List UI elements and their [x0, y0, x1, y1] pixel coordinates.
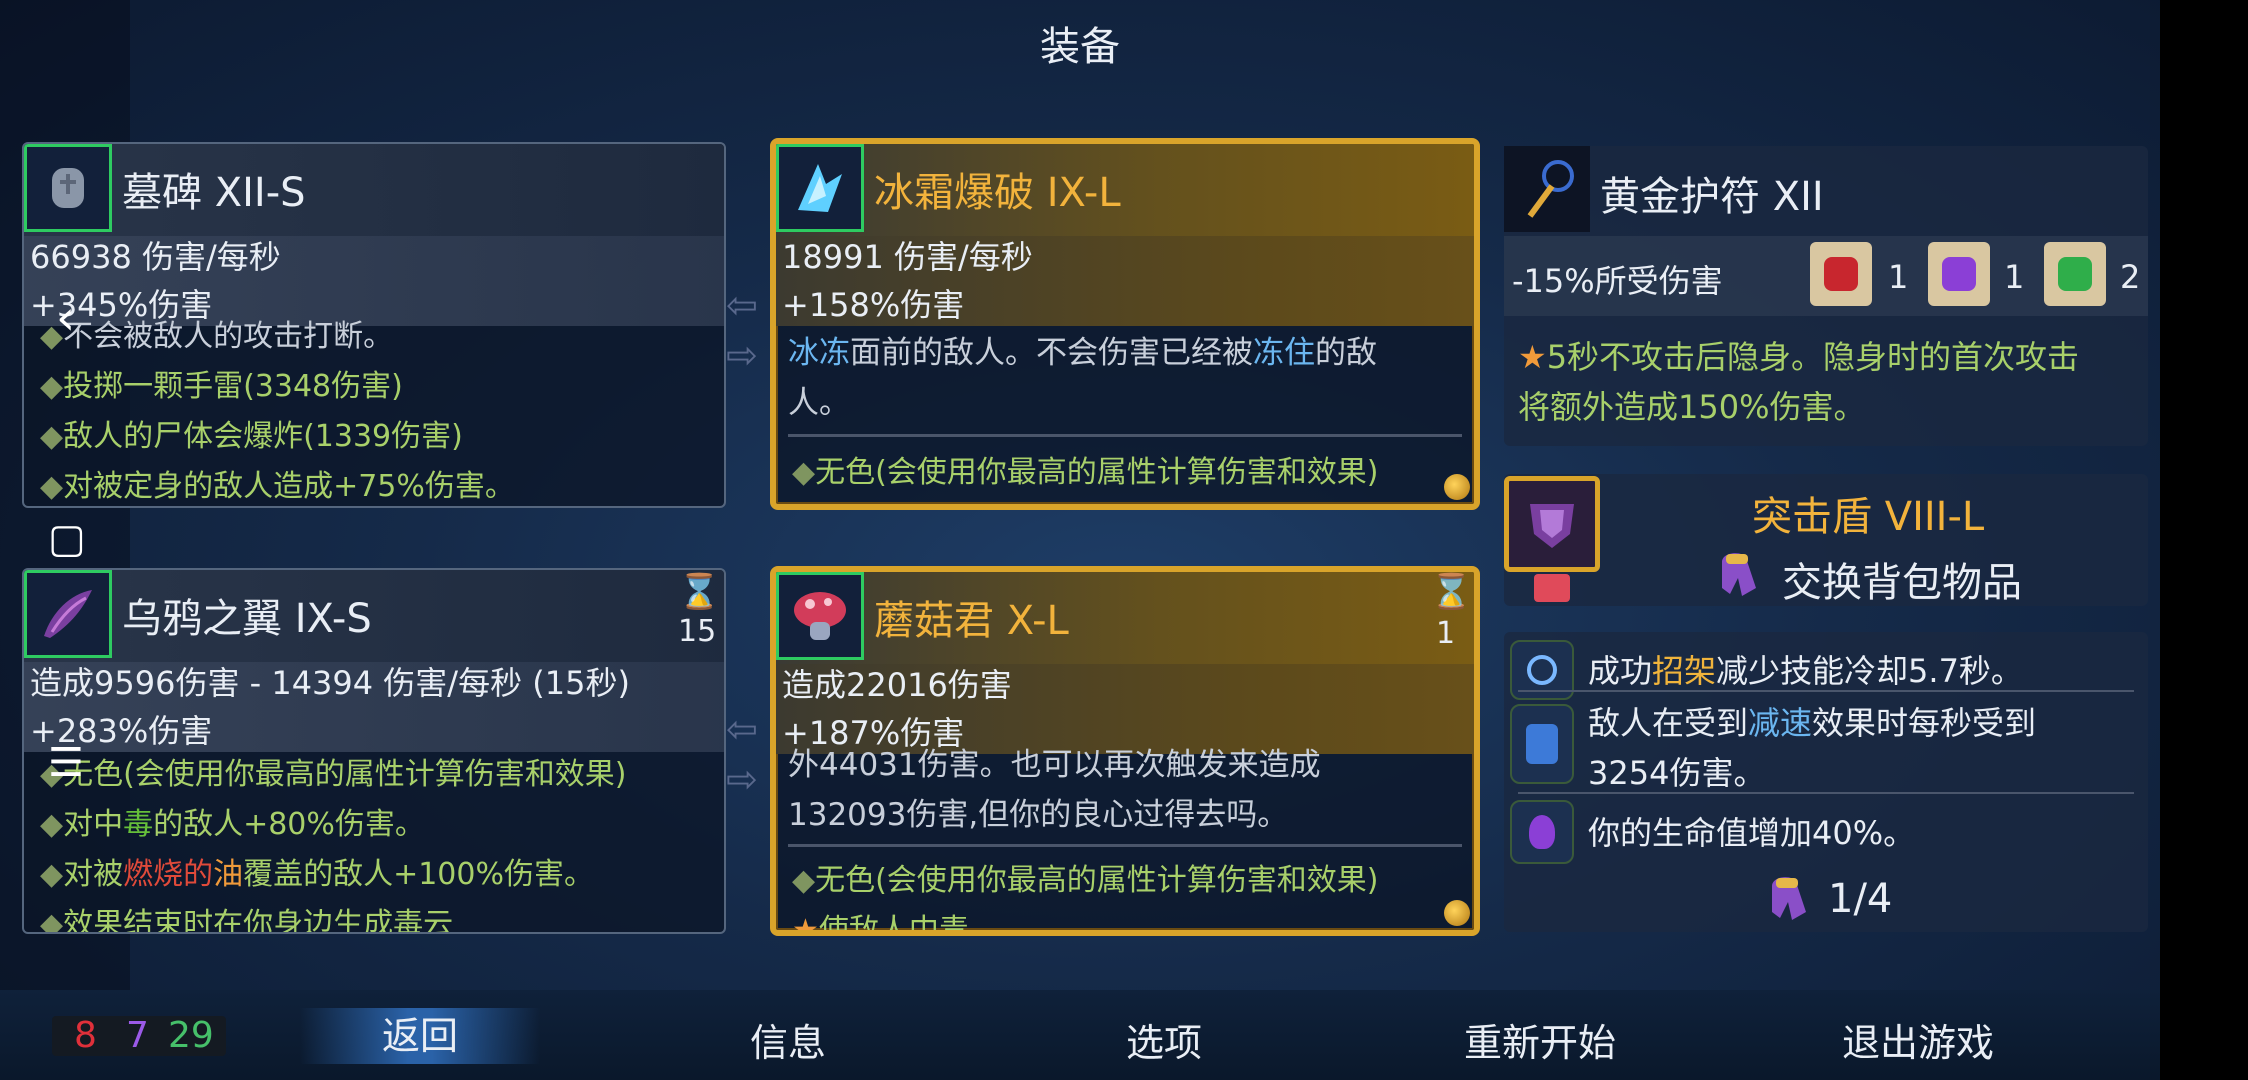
- legendary-corner-gem: [1444, 474, 1470, 500]
- mutation-line: 成功招架减少技能冷却5.7秒。: [1588, 652, 2023, 690]
- backpack-icon: [1716, 548, 1762, 598]
- weapon-desc-line: ◆对中毒的敌人+80%伤害。: [40, 807, 425, 842]
- nav-info-button[interactable]: 信息: [678, 1012, 898, 1067]
- weapon-desc-line: ◆效果结束时在你身边生成毒云: [40, 907, 454, 934]
- weapon-desc-line: ◆对被定身的敌人造成+75%伤害。: [40, 469, 515, 504]
- weapon-name: 乌鸦之翼 IX-S: [122, 596, 372, 642]
- red-scroll-count: 8: [74, 1015, 97, 1056]
- cooldown-hourglass-icon: ⌛: [678, 572, 721, 612]
- nav-restart-button[interactable]: 重新开始: [1430, 1012, 1650, 1067]
- weapon-card-frost-blast[interactable]: 冰霜爆破 IX-L 18991 伤害/每秒 +158%伤害 冰冻面前的敌人。不会…: [770, 138, 1480, 510]
- mutations-panel: 成功招架减少技能冷却5.7秒。 敌人在受到减速效果时每秒受到 3254伤害。 你…: [1504, 632, 2148, 932]
- weapon-desc-line: 132093伤害,但你的良心过得去吗。: [788, 797, 1289, 833]
- weapon-desc-line: 人。: [788, 385, 850, 421]
- page-title: 装备: [1040, 24, 1120, 70]
- weapon-name: 墓碑 XII-S: [122, 170, 306, 216]
- divider: [788, 844, 1462, 847]
- ice-crystal-icon: [776, 144, 864, 232]
- shield-badge-icon: [1534, 574, 1570, 602]
- tactics-scroll-count: 1: [2004, 258, 2025, 296]
- crow-wings-icon: [24, 570, 112, 658]
- amulet-perk-line: ★5秒不攻击后隐身。隐身时的首次攻击: [1518, 338, 2080, 376]
- weapon-name: 蘑菇君 X-L: [874, 598, 1069, 644]
- weapon-dps: 造成22016伤害: [782, 666, 1012, 704]
- assault-shield-icon: [1504, 476, 1600, 572]
- amulet-name: 黄金护符 XII: [1600, 174, 1824, 220]
- swap-backpack-action[interactable]: 交换背包物品: [1782, 550, 2022, 608]
- weapon-dps: 造成9596伤害 - 14394 伤害/每秒 (15秒): [30, 664, 630, 702]
- weapon-name: 冰霜爆破 IX-L: [874, 170, 1121, 216]
- weapon-card-crow-wings[interactable]: 乌鸦之翼 IX-S ⌛ 15 造成9596伤害 - 14394 伤害/每秒 (1…: [22, 568, 726, 934]
- divider: [1518, 792, 2134, 794]
- purple-scroll-count: 7: [126, 1015, 149, 1056]
- golden-amulet-icon: [1504, 146, 1590, 232]
- weapon-desc-line: 外44031伤害。也可以再次触发来造成: [788, 747, 1321, 783]
- tombstone-icon: [24, 144, 112, 232]
- amulet-perk-line: 将额外造成150%伤害。: [1518, 388, 1866, 426]
- swap-arrows-icon: ⇦ ⇨: [726, 283, 758, 377]
- nav-back-button[interactable]: 返回: [300, 1008, 540, 1064]
- weapon-desc-line: ★使敌人中毒: [792, 913, 969, 936]
- weapon-dps: 66938 伤害/每秒: [30, 238, 281, 276]
- right-letterbox: [2160, 0, 2248, 1080]
- weapon-desc-line: 冰冻面前的敌人。不会伤害已经被冻住的敌: [788, 335, 1377, 371]
- weapon-desc-line: ◆不会被敌人的攻击打断。: [40, 319, 394, 354]
- divider: [1518, 690, 2134, 692]
- mutation-line: 敌人在受到减速效果时每秒受到: [1588, 704, 2037, 742]
- shield-panel[interactable]: 突击盾 VIII-L 交换背包物品: [1504, 474, 2148, 606]
- system-home-icon[interactable]: ▢: [48, 516, 86, 562]
- divider: [788, 434, 1462, 437]
- system-menu-icon[interactable]: ☰: [48, 740, 84, 786]
- mutation-line: 你的生命值增加40%。: [1588, 814, 1916, 852]
- amulet-panel[interactable]: 黄金护符 XII -15%所受伤害 1 1 2 ★5秒不攻击后隐身。隐身时的首次…: [1504, 146, 2148, 446]
- cooldown-seconds: 15: [678, 614, 717, 649]
- weapon-card-tombstone[interactable]: 墓碑 XII-S 66938 伤害/每秒 +345%伤害 ◆不会被敌人的攻击打断…: [22, 142, 726, 508]
- weapon-affix-line: ◆无色(会使用你最高的属性计算伤害和效果): [40, 757, 627, 792]
- cooldown-hourglass-icon: ⌛: [1430, 572, 1473, 612]
- backpack-icon: [1766, 872, 1812, 922]
- weapon-desc-line: ◆对被燃烧的油覆盖的敌人+100%伤害。: [40, 857, 594, 892]
- weapon-card-mushroom[interactable]: 蘑菇君 X-L ⌛ 1 造成22016伤害 +187%伤害 外44031伤害。也…: [770, 566, 1480, 936]
- brutality-scroll-count: 1: [1888, 258, 1909, 296]
- vitality-mutation-icon: [1510, 800, 1574, 864]
- weapon-damage: +158%伤害: [782, 286, 965, 324]
- mushroom-icon: [776, 572, 864, 660]
- backpack-count: 1/4: [1828, 876, 1893, 922]
- green-scroll-count: 29: [168, 1015, 214, 1056]
- weapon-dps: 18991 伤害/每秒: [782, 238, 1033, 276]
- shield-name: 突击盾 VIII-L: [1752, 494, 1985, 540]
- survival-scroll-icon: [2044, 242, 2106, 306]
- brutality-scroll-icon: [1810, 242, 1872, 306]
- weapon-desc-line: ◆投掷一颗手雷(3348伤害): [40, 369, 403, 404]
- legendary-corner-gem: [1444, 900, 1470, 926]
- weapon-affix-line: ◆无色(会使用你最高的属性计算伤害和效果): [792, 455, 1379, 490]
- swap-arrows-icon: ⇦ ⇨: [726, 707, 758, 801]
- weapon-desc-line: ◆敌人的尸体会爆炸(1339伤害): [40, 419, 463, 454]
- amulet-damage-reduction: -15%所受伤害: [1512, 262, 1723, 300]
- slow-mutation-icon: [1510, 704, 1574, 784]
- mutation-line: 3254伤害。: [1588, 754, 1766, 792]
- survival-scroll-count: 2: [2120, 258, 2141, 296]
- tactics-scroll-icon: [1928, 242, 1990, 306]
- nav-quit-button[interactable]: 退出游戏: [1808, 1012, 2028, 1067]
- weapon-affix-line: ◆无色(会使用你最高的属性计算伤害和效果): [792, 863, 1379, 898]
- cooldown-seconds: 1: [1436, 616, 1456, 651]
- system-back-icon[interactable]: ‹: [56, 290, 75, 346]
- nav-options-button[interactable]: 选项: [1054, 1012, 1274, 1067]
- resource-counter: 8 7 29: [52, 1016, 226, 1056]
